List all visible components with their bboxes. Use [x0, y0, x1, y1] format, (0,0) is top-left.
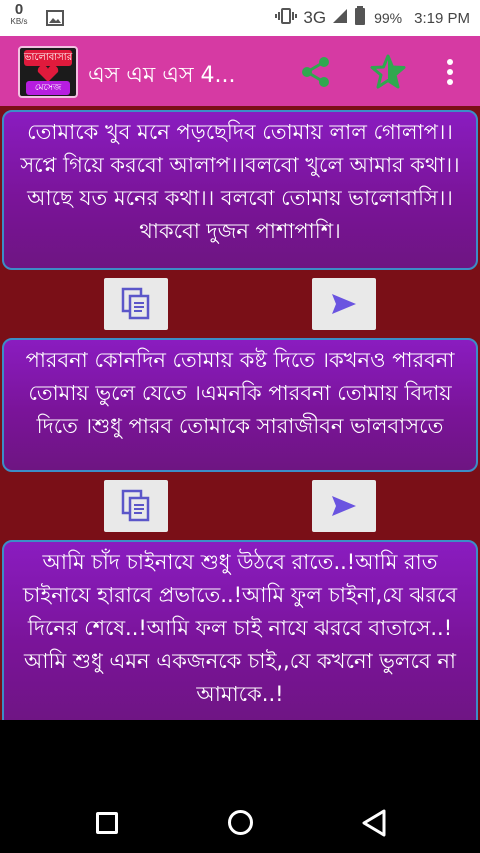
square-icon[interactable] — [96, 812, 118, 834]
network-type: 3G — [303, 8, 327, 27]
logo-top-text: ভালোবাসার — [24, 50, 72, 66]
network-speed-unit: KB/s — [10, 17, 28, 26]
logo-bottom-text: মেসেজ — [26, 81, 70, 95]
app-logo: ভালোবাসার মেসেজ — [18, 46, 78, 98]
send-icon — [332, 496, 356, 516]
network-speed-value: 0 — [14, 1, 24, 18]
triangle-back-icon[interactable] — [360, 808, 388, 842]
status-indicators: 3G 99% 3:19 PM — [275, 0, 470, 36]
circle-icon[interactable] — [228, 810, 253, 835]
more-vert-icon — [447, 59, 453, 85]
send-icon — [332, 294, 356, 314]
status-bar: 0 KB/s 3G 99% 3:19 PM — [0, 0, 480, 36]
vibrate-icon — [275, 7, 298, 30]
app-bar: ভালোবাসার মেসেজ এস এম এস 4... — [0, 36, 480, 106]
message-list[interactable]: তোমাকে খুব মনে পড়ছেদিব তোমায় লাল গোলাপ… — [0, 106, 480, 720]
navigation-bar — [0, 720, 480, 853]
copy-icon — [121, 489, 150, 522]
copy-button[interactable] — [104, 278, 168, 330]
battery-percent: 99% — [374, 10, 403, 26]
message-card: পারবনা কোনদিন তোমায় কষ্ট দিতে ।কখনও পার… — [2, 338, 478, 472]
copy-icon — [121, 287, 150, 320]
message-card: আমি চাঁদ চাইনাযে শুধু উঠবে রাতে..!আমি রা… — [2, 540, 478, 720]
message-card: তোমাকে খুব মনে পড়ছেদিব তোমায় লাল গোলাপ… — [2, 110, 478, 270]
overflow-menu-button[interactable] — [440, 54, 460, 90]
clock: 3:19 PM — [414, 9, 470, 27]
share-icon — [302, 57, 329, 87]
favorite-button[interactable] — [370, 54, 406, 90]
send-button[interactable] — [312, 278, 376, 330]
signal-icon — [332, 8, 348, 29]
copy-button[interactable] — [104, 480, 168, 532]
app-title: এস এম এস 4... — [88, 63, 236, 88]
send-button[interactable] — [312, 480, 376, 532]
network-speed: 0 KB/s — [6, 2, 32, 26]
image-notification-icon — [46, 10, 64, 31]
star-icon — [370, 54, 406, 89]
battery-icon — [354, 5, 366, 31]
share-button[interactable] — [298, 54, 334, 90]
